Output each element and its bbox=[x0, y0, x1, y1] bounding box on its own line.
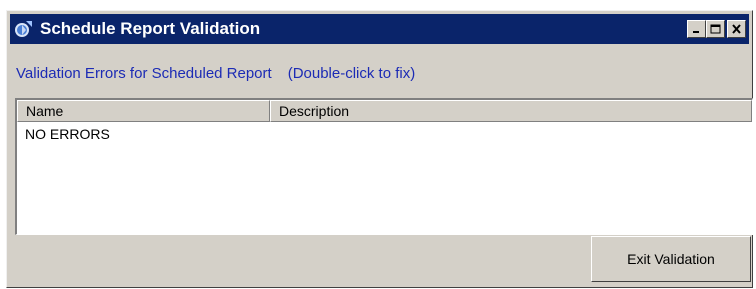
close-button[interactable] bbox=[727, 20, 746, 38]
window-title: Schedule Report Validation bbox=[40, 19, 261, 38]
schedule-report-validation-window: Schedule Report Validation Validation Er… bbox=[6, 10, 753, 288]
validation-heading: Validation Errors for Scheduled Report (D… bbox=[16, 65, 431, 82]
list-item[interactable]: NO ERRORS bbox=[17, 124, 752, 144]
minimize-button[interactable] bbox=[687, 20, 706, 38]
title-bar[interactable]: Schedule Report Validation bbox=[10, 14, 749, 44]
app-icon bbox=[15, 21, 32, 37]
maximize-button[interactable] bbox=[706, 20, 725, 38]
window-controls bbox=[687, 20, 746, 38]
heading-text: Validation Errors for Scheduled Report bbox=[16, 65, 272, 82]
list-header: Name Description bbox=[17, 100, 752, 122]
minimize-icon bbox=[693, 31, 699, 33]
exit-validation-button[interactable]: Exit Validation bbox=[591, 236, 751, 282]
column-header-name[interactable]: Name bbox=[17, 100, 270, 122]
validation-errors-list[interactable]: Name Description NO ERRORS bbox=[15, 98, 753, 235]
close-icon bbox=[732, 24, 741, 34]
maximize-icon bbox=[710, 24, 721, 34]
list-item-name: NO ERRORS bbox=[25, 126, 110, 142]
column-header-description[interactable]: Description bbox=[270, 100, 752, 122]
heading-hint: (Double-click to fix) bbox=[287, 65, 416, 82]
